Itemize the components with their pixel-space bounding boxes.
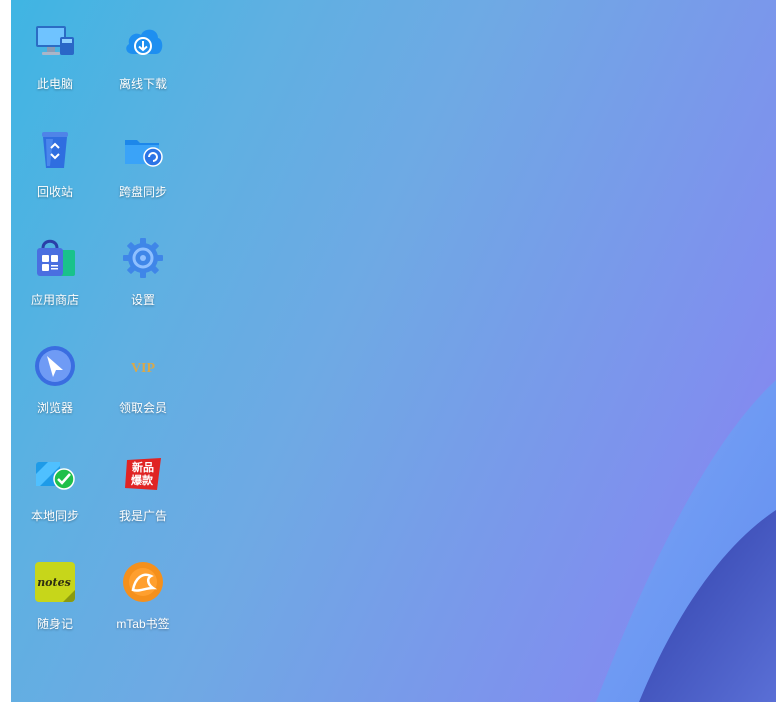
folder-sync-icon xyxy=(121,128,165,172)
desktop-icon-label: 此电脑 xyxy=(36,77,73,91)
ad-badge-line-2: 爆款 xyxy=(131,473,154,487)
desktop-icon-label: 随身记 xyxy=(36,617,73,631)
desktop-icon-label: 回收站 xyxy=(36,185,73,199)
notes-icon: notes xyxy=(33,560,77,604)
left-gutter xyxy=(0,0,11,702)
desktop-icon-local-sync[interactable]: 本地同步 xyxy=(11,440,99,540)
desktop-icon-ad[interactable]: 新品 爆款 我是广告 xyxy=(99,440,187,540)
vip-icon: VIP xyxy=(121,344,165,388)
desktop-icon-mtab-bookmarks[interactable]: mTab书签 xyxy=(99,548,187,648)
desktop-icon-label: 浏览器 xyxy=(36,401,73,415)
recycle-bin-icon xyxy=(33,128,77,172)
notes-text: notes xyxy=(37,576,71,589)
desktop-icon-settings[interactable]: 设置 xyxy=(99,224,187,324)
desktop-icon-label: 应用商店 xyxy=(30,293,79,307)
vip-text: VIP xyxy=(131,361,156,376)
app-store-bag-icon xyxy=(33,236,77,280)
desktop-icon-label: 离线下载 xyxy=(118,77,167,91)
local-sync-check-icon xyxy=(33,452,77,496)
desktop-icon-browser[interactable]: 浏览器 xyxy=(11,332,99,432)
desktop-icon-this-pc[interactable]: 此电脑 xyxy=(11,8,99,108)
desktop-icon-label: 跨盘同步 xyxy=(118,185,167,199)
ad-badge-icon: 新品 爆款 xyxy=(121,452,165,496)
desktop-icon-label: mTab书签 xyxy=(116,617,170,631)
desktop-icon-offline-download[interactable]: 离线下载 xyxy=(99,8,187,108)
desktop[interactable]: 此电脑 离线下载 回收站 跨盘同步 应用商店 设置 浏览器 VIP 领取会员 本… xyxy=(11,0,776,702)
desktop-icon-recycle-bin[interactable]: 回收站 xyxy=(11,116,99,216)
ad-badge-line-1: 新品 xyxy=(132,460,154,474)
desktop-icon-label: 我是广告 xyxy=(118,509,167,523)
desktop-icon-label: 设置 xyxy=(130,293,155,307)
desktop-icon-claim-membership[interactable]: VIP 领取会员 xyxy=(99,332,187,432)
desktop-icon-label: 本地同步 xyxy=(30,509,79,523)
cloud-download-icon xyxy=(121,20,165,64)
browser-compass-icon xyxy=(33,344,77,388)
desktop-icon-cross-disk-sync[interactable]: 跨盘同步 xyxy=(99,116,187,216)
desktop-icon-notes[interactable]: notes 随身记 xyxy=(11,548,99,648)
gear-icon xyxy=(121,236,165,280)
desktop-icon-app-store[interactable]: 应用商店 xyxy=(11,224,99,324)
desktop-icon-label: 领取会员 xyxy=(118,401,167,415)
computer-icon xyxy=(33,20,77,64)
mtab-bookmark-icon xyxy=(121,560,165,604)
